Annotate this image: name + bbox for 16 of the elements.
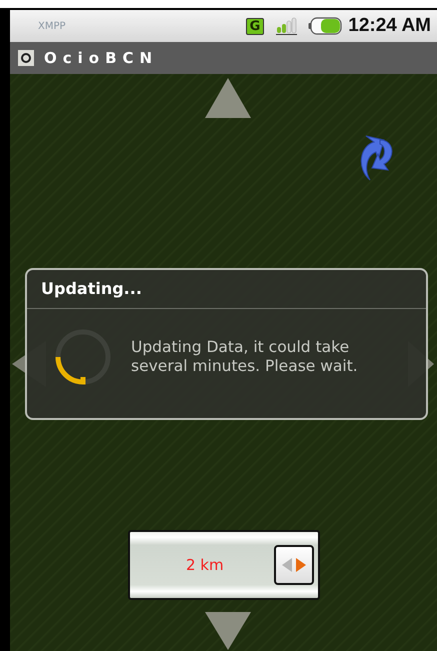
- battery-icon: [308, 17, 342, 35]
- dialog-title: Updating...: [27, 270, 426, 309]
- app-title: OcioBCN: [44, 49, 158, 67]
- distance-value: 2 km: [186, 556, 225, 574]
- progress-spinner-icon: [53, 327, 113, 387]
- up-arrow-icon[interactable]: [205, 78, 251, 118]
- app-icon: [18, 50, 34, 66]
- signal-icon: [276, 17, 298, 35]
- down-arrow-icon[interactable]: [205, 612, 251, 650]
- distance-selector[interactable]: 2 km: [128, 530, 320, 600]
- notification-text: XMPP: [38, 20, 67, 32]
- left-right-arrows-icon: [280, 557, 308, 573]
- network-badge: G: [246, 18, 264, 34]
- dialog-message: Updating Data, it could take several minutes. Please wait.: [131, 338, 359, 376]
- clock-time: 12:24 AM: [348, 15, 431, 37]
- distance-stepper-button[interactable]: [274, 545, 314, 585]
